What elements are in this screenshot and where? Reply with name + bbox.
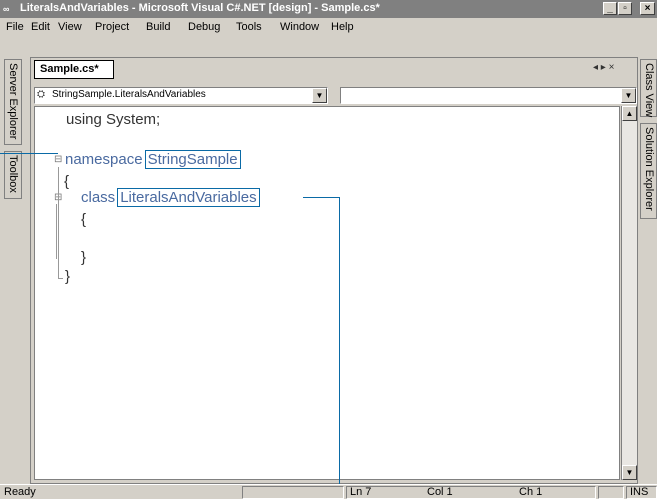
menu-edit[interactable]: Edit — [31, 21, 50, 33]
code-brace-close-1: } — [65, 268, 71, 285]
menu-view[interactable]: View — [58, 21, 82, 33]
status-position: Ln 7 Col 1 Ch 1 — [346, 486, 596, 499]
tab-server-explorer[interactable]: Server Explorer — [4, 59, 22, 145]
maximize-button[interactable]: ▫ — [618, 2, 632, 15]
status-insert-mode: INS — [626, 486, 657, 499]
tab-navigation-icons[interactable]: ◂ ▸ × — [593, 62, 633, 76]
chevron-down-icon[interactable]: ▼ — [312, 88, 327, 103]
window-title: LiteralsAndVariables - Microsoft Visual … — [20, 2, 380, 14]
status-ch: Ch 1 — [519, 486, 543, 498]
status-text: Ready — [4, 486, 36, 498]
type-dropdown[interactable]: ⛭ StringSample.LiteralsAndVariables ▼ — [34, 87, 328, 104]
status-panel-empty — [242, 486, 344, 499]
callout-line-class — [339, 197, 340, 498]
code-line-namespace: namespace StringSample — [65, 150, 241, 169]
code-line-using: using System; — [66, 111, 161, 128]
menu-bar: File Edit View Project Build Debug Tools… — [0, 18, 657, 38]
namespace-name-highlight: StringSample — [144, 150, 241, 169]
scroll-up-icon[interactable]: ▲ — [622, 106, 637, 121]
status-col: Col 1 — [427, 486, 453, 498]
callout-line-class — [303, 197, 339, 198]
type-dropdown-value: StringSample.LiteralsAndVariables — [52, 89, 206, 100]
menu-file[interactable]: File — [6, 21, 24, 33]
outline-guide — [56, 204, 57, 259]
status-ln: Ln 7 — [350, 486, 372, 498]
class-icon: ⛭ — [37, 89, 45, 100]
tab-solution-explorer[interactable]: Solution Explorer — [640, 123, 657, 219]
menu-debug[interactable]: Debug — [188, 21, 220, 33]
menu-tools[interactable]: Tools — [236, 21, 262, 33]
status-bar: Ready Ln 7 Col 1 Ch 1 INS — [0, 484, 657, 499]
menu-help[interactable]: Help — [331, 21, 354, 33]
class-keyword: class — [81, 189, 116, 206]
right-tool-tabs: Class View Solution Explorer — [640, 57, 657, 484]
left-tool-tabs: Server Explorer Toolbox — [0, 57, 28, 484]
title-bar: ∞ LiteralsAndVariables - Microsoft Visua… — [0, 0, 657, 18]
menu-window[interactable]: Window — [280, 21, 319, 33]
tab-sample-cs[interactable]: Sample.cs* — [34, 60, 114, 79]
vertical-scrollbar[interactable]: ▲ ▼ — [621, 106, 637, 480]
code-brace-open-1: { — [64, 173, 70, 190]
tab-label: Sample.cs* — [40, 63, 99, 75]
callout-line-namespace — [0, 153, 58, 154]
code-line-class: class LiteralsAndVariables — [81, 188, 260, 207]
chevron-down-icon[interactable]: ▼ — [621, 88, 636, 103]
class-name-highlight: LiteralsAndVariables — [117, 188, 260, 207]
vs-net-icon: ∞ — [3, 4, 10, 14]
collapse-icon[interactable]: ⊟ — [54, 154, 62, 165]
status-panel-empty-2 — [598, 486, 624, 499]
tab-toolbox[interactable]: Toolbox — [4, 151, 22, 199]
code-editor[interactable]: using System; ⊟ namespace StringSample { … — [34, 106, 620, 480]
scroll-down-icon[interactable]: ▼ — [622, 465, 637, 480]
menu-build[interactable]: Build — [146, 21, 170, 33]
namespace-keyword: namespace — [65, 151, 143, 168]
close-button[interactable]: × — [640, 2, 655, 15]
menu-project[interactable]: Project — [95, 21, 129, 33]
outline-guide — [58, 278, 63, 279]
code-brace-open-2: { — [81, 211, 87, 228]
outline-guide — [58, 167, 59, 279]
member-dropdown[interactable]: ▼ — [340, 87, 637, 104]
code-brace-close-2: } — [81, 249, 87, 266]
tab-class-view[interactable]: Class View — [640, 59, 657, 117]
minimize-button[interactable]: _ — [603, 2, 617, 15]
